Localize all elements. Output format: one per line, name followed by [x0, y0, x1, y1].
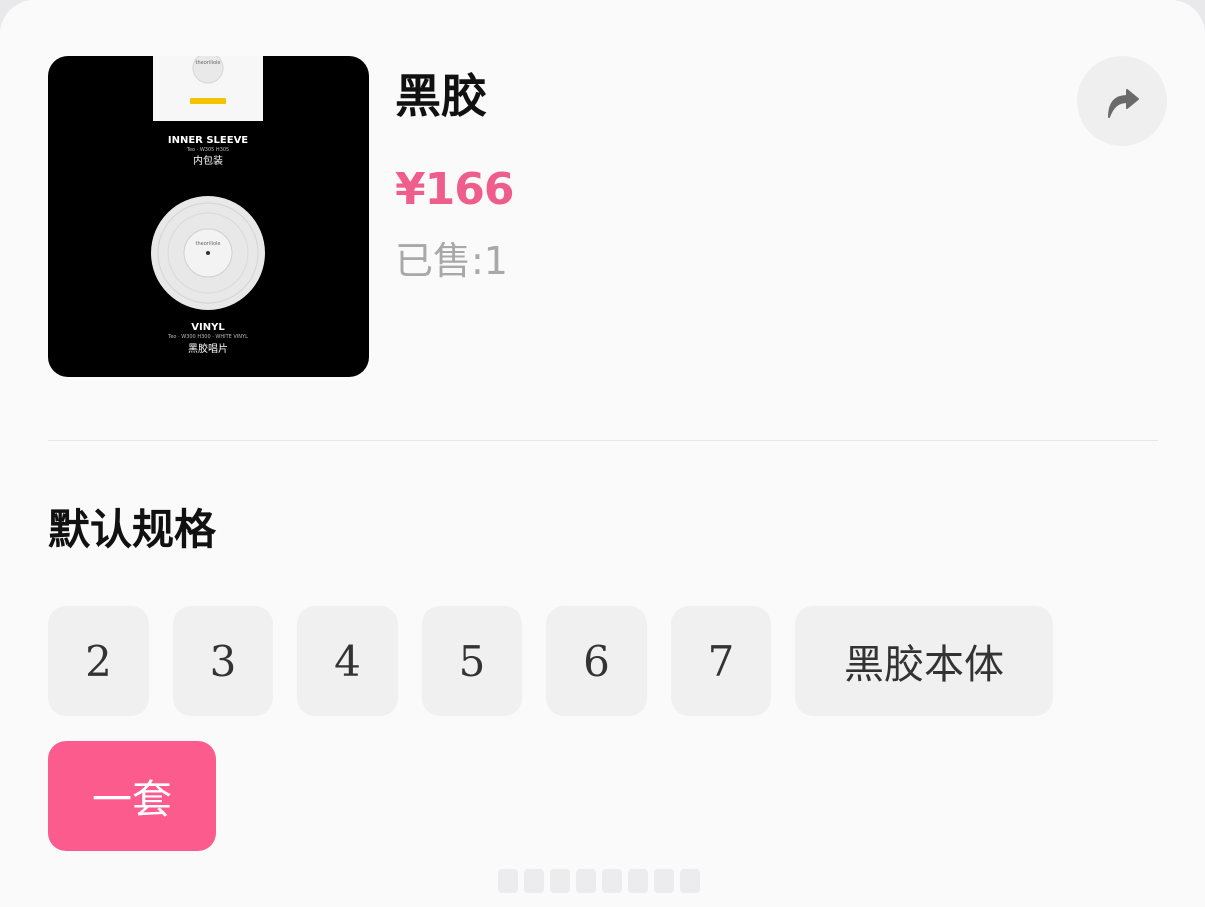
inner-sleeve-cn: 内包装: [193, 154, 223, 167]
sleeve-brand-text: theoriliole: [195, 60, 220, 66]
vinyl-record-image: theoriliole INNER SLEEVE Teo · W305 H305…: [151, 56, 265, 355]
product-title: 黑胶: [395, 69, 487, 123]
inner-sleeve-spec: Teo · W305 H305: [186, 147, 230, 153]
vinyl-cn: 黑胶唱片: [188, 342, 228, 355]
spec-option-5[interactable]: 5: [422, 606, 522, 716]
spec-option-7[interactable]: 7: [671, 606, 771, 716]
spec-heading: 默认规格: [48, 505, 217, 554]
share-button[interactable]: [1077, 56, 1167, 146]
product-image: theoriliole INNER SLEEVE Teo · W305 H305…: [48, 56, 369, 377]
product-spec-sheet: theoriliole INNER SLEEVE Teo · W305 H305…: [0, 0, 1205, 907]
bottom-hint-placeholder: [498, 866, 703, 896]
inner-sleeve-heading: INNER SLEEVE: [168, 135, 248, 146]
spec-option-2[interactable]: 2: [48, 606, 149, 716]
spec-option-3[interactable]: 3: [173, 606, 273, 716]
spec-option-6[interactable]: 6: [546, 606, 647, 716]
sold-count: 已售:1: [395, 239, 508, 283]
vinyl-heading: VINYL: [191, 322, 225, 333]
spec-option-vinyl-body[interactable]: 黑胶本体: [795, 606, 1053, 716]
spec-option-4[interactable]: 4: [297, 606, 398, 716]
share-arrow-icon: [1108, 89, 1139, 118]
vinyl-spec: Teo · W300 H300 · WHITE VINYL: [167, 334, 248, 340]
sleeve-yellow-label: [190, 98, 226, 104]
vinyl-brand-text: theoriliole: [195, 241, 220, 247]
vinyl-spindle-hole: [206, 251, 210, 255]
product-price: ¥166: [395, 164, 514, 215]
spec-option-full-set[interactable]: 一套: [48, 741, 216, 851]
divider: [48, 440, 1158, 441]
